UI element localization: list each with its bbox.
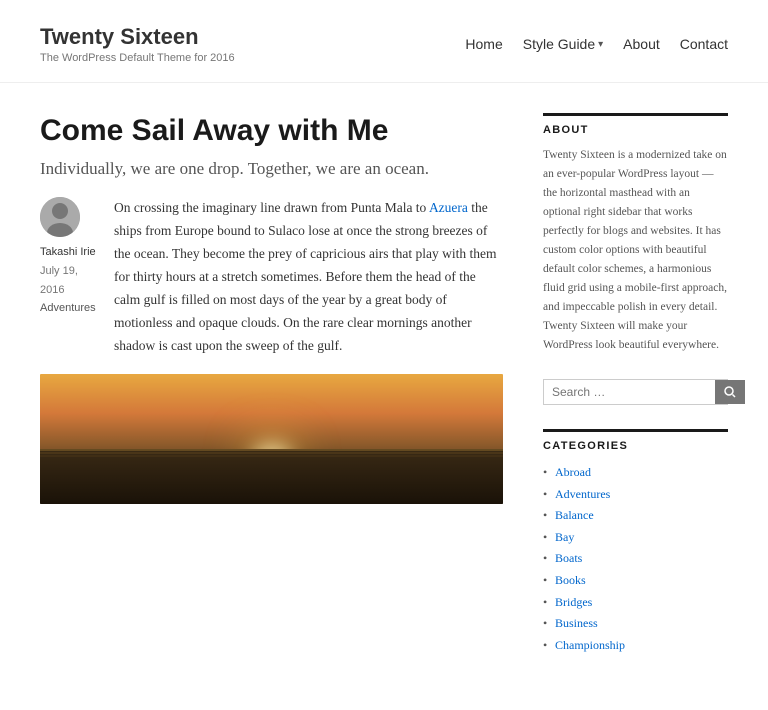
categories-widget-title: CATEGORIES <box>543 429 728 452</box>
category-link-adventures[interactable]: Adventures <box>555 487 610 501</box>
category-link-bridges[interactable]: Bridges <box>555 595 592 609</box>
author-name[interactable]: Takashi Irie <box>40 243 100 262</box>
nav-item-style-guide[interactable]: Style Guide ▾ <box>523 36 603 52</box>
list-item: Abroad <box>543 462 728 484</box>
nav-item-about[interactable]: About <box>623 36 660 52</box>
category-link-bay[interactable]: Bay <box>555 530 574 544</box>
author-avatar <box>40 197 80 237</box>
category-link-abroad[interactable]: Abroad <box>555 465 591 479</box>
list-item: Balance <box>543 505 728 527</box>
post-title: Come Sail Away with Me <box>40 113 503 149</box>
site-description: The WordPress Default Theme for 2016 <box>40 52 235 64</box>
category-link-championship[interactable]: Championship <box>555 638 625 652</box>
site-content: Come Sail Away with Me Individually, we … <box>0 83 768 710</box>
search-button[interactable] <box>715 380 745 404</box>
category-link-balance[interactable]: Balance <box>555 508 594 522</box>
post-text: On crossing the imaginary line drawn fro… <box>114 197 503 358</box>
list-item: Boats <box>543 548 728 570</box>
post-body: Takashi Irie July 19, 2016 Adventures On… <box>40 197 503 358</box>
search-input[interactable] <box>544 380 715 404</box>
about-widget-text: Twenty Sixteen is a modernized take on a… <box>543 146 728 355</box>
category-link-business[interactable]: Business <box>555 616 598 630</box>
post-image <box>40 374 503 504</box>
category-link-boats[interactable]: Boats <box>555 551 582 565</box>
main-content: Come Sail Away with Me Individually, we … <box>40 113 503 680</box>
post-article: Come Sail Away with Me Individually, we … <box>40 113 503 504</box>
browser-frame: Twenty Sixteen The WordPress Default The… <box>0 0 768 710</box>
site-title[interactable]: Twenty Sixteen <box>40 24 235 50</box>
widget-categories: CATEGORIES Abroad Adventures Balance Bay… <box>543 429 728 656</box>
post-link-azuera[interactable]: Azuera <box>429 200 468 215</box>
nav-item-home[interactable]: Home <box>465 36 502 52</box>
list-item: Adventures <box>543 484 728 506</box>
sidebar: ABOUT Twenty Sixteen is a modernized tak… <box>543 113 728 680</box>
post-date: July 19, 2016 <box>40 262 100 299</box>
search-icon <box>724 386 736 398</box>
about-widget-title: ABOUT <box>543 113 728 136</box>
site-header: Twenty Sixteen The WordPress Default The… <box>0 0 768 83</box>
list-item: Business <box>543 613 728 635</box>
post-subtitle: Individually, we are one drop. Together,… <box>40 159 503 179</box>
list-item: Bay <box>543 527 728 549</box>
widget-about: ABOUT Twenty Sixteen is a modernized tak… <box>543 113 728 355</box>
list-item: Books <box>543 570 728 592</box>
nav-item-contact[interactable]: Contact <box>680 36 728 52</box>
post-meta-left: Takashi Irie July 19, 2016 Adventures <box>40 197 100 358</box>
widget-search <box>543 379 728 405</box>
chevron-down-icon: ▾ <box>598 39 603 50</box>
post-category[interactable]: Adventures <box>40 299 100 318</box>
categories-list: Abroad Adventures Balance Bay Boats Book… <box>543 462 728 656</box>
list-item: Championship <box>543 635 728 657</box>
search-form <box>543 379 728 405</box>
list-item: Bridges <box>543 592 728 614</box>
water-element <box>40 449 503 504</box>
category-link-books[interactable]: Books <box>555 573 586 587</box>
site-branding: Twenty Sixteen The WordPress Default The… <box>40 24 235 64</box>
main-navigation: Home Style Guide ▾ About Contact <box>465 36 728 52</box>
